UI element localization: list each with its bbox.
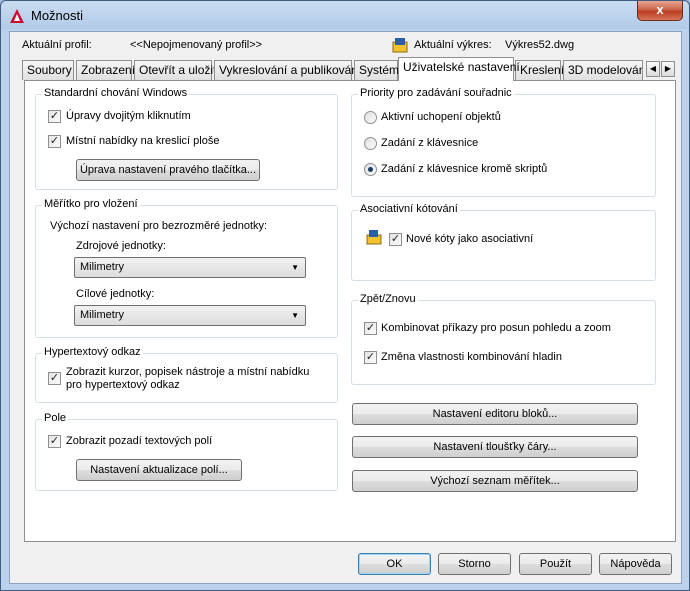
group-associative-dimensioning: Asociativní kótování ✓ Nové kóty jako as… (351, 203, 656, 281)
group-title: Zpět/Znovu (358, 293, 418, 305)
lineweight-settings-button[interactable]: Nastavení tloušťky čáry... (352, 436, 638, 458)
chevron-down-icon: ▼ (291, 263, 299, 272)
drawing-label: Aktuální výkres: (414, 39, 492, 51)
check-mark-icon: ✓ (365, 322, 376, 334)
profile-label: Aktuální profil: (22, 39, 92, 51)
target-units-label: Cílové jednotky: (76, 288, 155, 300)
radio-running-osnap[interactable] (364, 111, 377, 124)
radio-running-osnap-label: Aktivní uchopení objektů (381, 111, 501, 123)
group-title: Měřítko pro vložení (42, 198, 140, 210)
new-assoc-dimensions-checkbox[interactable]: ✓ (389, 233, 402, 246)
title-bar[interactable]: Možnosti x (1, 1, 689, 31)
shortcut-menus-label: Místní nabídky na kreslicí ploše (66, 135, 220, 147)
right-click-settings-button[interactable]: Úprava nastavení pravého tlačítka... (76, 159, 260, 181)
help-button[interactable]: Nápověda (599, 553, 672, 575)
group-title: Asociativní kótování (358, 203, 460, 215)
tab-scroll-right-icon[interactable]: ▶ (661, 61, 675, 77)
group-windows-behavior: Standardní chování Windows ✓ Úpravy dvoj… (35, 87, 338, 190)
tab-3d-modelovani[interactable]: 3D modelování (563, 60, 643, 80)
source-units-dropdown[interactable]: Milimetry ▼ (74, 257, 306, 278)
ok-button[interactable]: OK (358, 553, 431, 575)
group-fields: Pole ✓ Zobrazit pozadí textových polí Na… (35, 412, 338, 491)
hyperlink-display-label-line1: Zobrazit kurzor, popisek nástroje a míst… (66, 366, 310, 378)
target-units-value: Milimetry (80, 309, 124, 321)
tab-zobrazeni[interactable]: Zobrazení (76, 60, 135, 80)
combine-zoom-pan-checkbox[interactable]: ✓ (364, 322, 377, 335)
units-subtitle: Výchozí nastavení pro bezrozměré jednotk… (50, 220, 268, 232)
group-title: Pole (42, 412, 69, 424)
group-undo-redo: Zpět/Znovu ✓ Kombinovat příkazy pro posu… (351, 293, 656, 385)
check-mark-icon: ✓ (365, 351, 376, 363)
tab-uzivatelske-nastaveni[interactable]: Uživatelské nastavení (398, 57, 520, 81)
new-assoc-dimensions-label: Nové kóty jako asociativní (406, 233, 534, 245)
check-mark-icon: ✓ (390, 233, 401, 245)
default-scale-list-button[interactable]: Výchozí seznam měřítek... (352, 470, 638, 492)
radio-keyboard-entry-label: Zadání z klávesnice (381, 137, 479, 149)
block-editor-settings-button[interactable]: Nastavení editoru bloků... (352, 403, 638, 425)
drawing-value: Výkres52.dwg (505, 39, 575, 51)
group-insert-scale: Měřítko pro vložení Výchozí nastavení pr… (35, 198, 338, 338)
group-title: Standardní chování Windows (42, 87, 190, 99)
tab-panel: Standardní chování Windows ✓ Úpravy dvoj… (24, 80, 676, 542)
chevron-down-icon: ▼ (291, 311, 299, 320)
radio-keyboard-entry[interactable] (364, 137, 377, 150)
check-mark-icon: ✓ (49, 435, 60, 447)
group-title: Hypertextový odkaz (42, 346, 143, 358)
target-units-dropdown[interactable]: Milimetry ▼ (74, 305, 306, 326)
field-background-checkbox[interactable]: ✓ (48, 435, 61, 448)
radio-keyboard-except-scripts-label: Zadání z klávesnice kromě skriptů (381, 163, 548, 175)
field-update-settings-button[interactable]: Nastavení aktualizace polí... (76, 459, 242, 481)
group-hyperlink: Hypertextový odkaz ✓ Zobrazit kurzor, po… (35, 346, 338, 403)
drawing-icon (392, 38, 408, 53)
double-click-label: Úpravy dvojitým kliknutím (66, 110, 191, 122)
hyperlink-display-checkbox[interactable]: ✓ (48, 372, 61, 385)
group-coordinate-priority: Priority pro zadávání souřadnic Aktivní … (351, 87, 656, 197)
radio-keyboard-except-scripts[interactable] (364, 163, 377, 176)
source-units-value: Milimetry (80, 261, 124, 273)
combine-zoom-pan-label: Kombinovat příkazy pro posun pohledu a z… (381, 322, 611, 334)
tab-vykreslovani[interactable]: Vykreslování a publikování (214, 60, 361, 80)
close-button[interactable]: x (637, 1, 683, 21)
cancel-button[interactable]: Storno (438, 553, 511, 575)
field-background-label: Zobrazit pozadí textových polí (66, 435, 213, 447)
check-mark-icon: ✓ (49, 135, 60, 147)
check-mark-icon: ✓ (49, 110, 60, 122)
source-units-label: Zdrojové jednotky: (76, 240, 166, 252)
combine-layer-property-label: Změna vlastnosti kombinování hladin (381, 351, 562, 363)
tab-soubory[interactable]: Soubory (22, 60, 74, 80)
combine-layer-property-checkbox[interactable]: ✓ (364, 351, 377, 364)
shortcut-menus-checkbox[interactable]: ✓ (48, 135, 61, 148)
tab-system[interactable]: Systém (354, 60, 399, 80)
double-click-checkbox[interactable]: ✓ (48, 110, 61, 123)
profile-value: <<Nepojmenovaný profil>> (130, 39, 263, 51)
dialog-body: Aktuální profil: <<Nepojmenovaný profil>… (9, 31, 682, 584)
tab-kresleni[interactable]: Kreslení (515, 60, 564, 80)
options-dialog: Možnosti x Aktuální profil: <<Nepojmenov… (0, 0, 690, 591)
check-mark-icon: ✓ (49, 372, 60, 384)
tab-scroll-left-icon[interactable]: ◀ (646, 61, 660, 77)
dimension-icon (366, 230, 382, 245)
window-title: Možnosti (31, 8, 84, 23)
autocad-logo-icon (10, 9, 24, 23)
hyperlink-display-label-line2: pro hypertextový odkaz (66, 379, 180, 391)
tab-otevrit-ulozit[interactable]: Otevřít a uložit (134, 60, 216, 80)
apply-button[interactable]: Použít (519, 553, 592, 575)
group-title: Priority pro zadávání souřadnic (358, 87, 514, 99)
